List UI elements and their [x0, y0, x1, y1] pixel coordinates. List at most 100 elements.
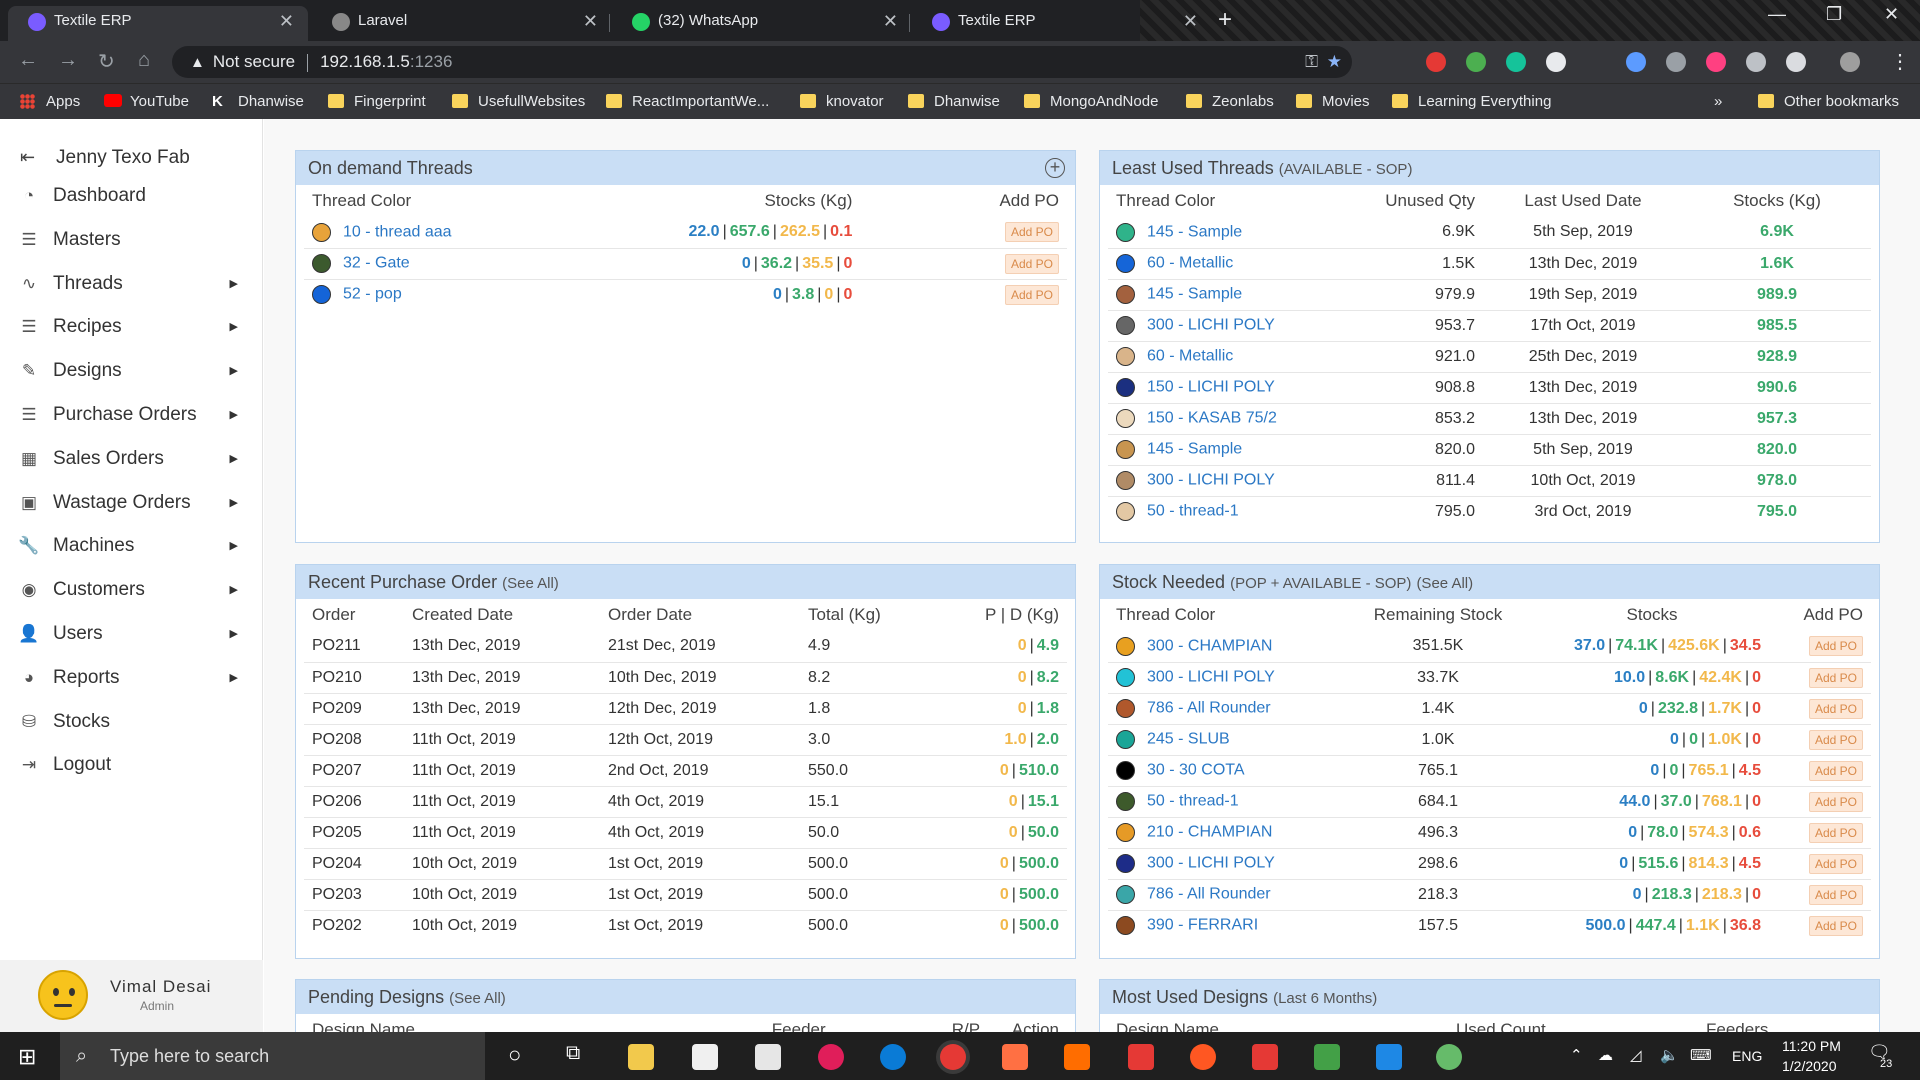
add-po-button[interactable]: Add PO — [1808, 853, 1863, 874]
extension-icon[interactable] — [1746, 52, 1766, 72]
bookmarks-overflow[interactable]: » — [1714, 93, 1722, 110]
sidebar-item-threads[interactable]: ∿ Threads ▶ — [18, 269, 248, 299]
sidebar-item-users[interactable]: 👤 Users ▶ — [18, 619, 248, 649]
extension-icon[interactable] — [1466, 52, 1486, 72]
slack-icon[interactable] — [818, 1044, 844, 1070]
close-icon[interactable]: ✕ — [1183, 6, 1198, 36]
chat-extension-icon[interactable] — [1546, 52, 1566, 72]
browser-tab[interactable]: Textile ERP ✕ — [8, 6, 308, 41]
add-po-button[interactable]: Add PO — [1808, 791, 1863, 812]
add-po-button[interactable]: Add PO — [1808, 667, 1863, 688]
url-input[interactable]: ▲ Not secure 192.168.1.5:1236 ⚿ ★ — [172, 46, 1352, 78]
sidebar-item-logout[interactable]: ⇥ Logout — [18, 750, 248, 780]
file-explorer-icon[interactable] — [628, 1044, 654, 1070]
collapse-menu-icon[interactable]: ⇤ — [20, 147, 42, 168]
new-tab-icon[interactable]: + — [1218, 6, 1232, 34]
thread-link[interactable]: 32 - Gate — [343, 255, 410, 272]
add-po-button[interactable]: Add PO — [1808, 698, 1863, 719]
home-icon[interactable]: ⌂ — [138, 49, 150, 72]
thread-link[interactable]: 786 - All Rounder — [1147, 886, 1271, 903]
add-po-button[interactable]: Add PO — [1808, 822, 1863, 843]
taskbar-search-input[interactable]: ⌕ Type here to search — [60, 1032, 485, 1080]
close-icon[interactable]: ✕ — [883, 6, 898, 36]
window-close-icon[interactable]: ✕ — [1884, 4, 1899, 25]
thread-link[interactable]: 300 - LICHI POLY — [1147, 317, 1275, 334]
sidebar-item-recipes[interactable]: ☰ Recipes ▶ — [18, 312, 248, 342]
clock-date[interactable]: 1/2/2020 — [1782, 1058, 1837, 1074]
table-row[interactable]: PO210 13th Dec, 2019 10th Dec, 2019 8.2 0 | 8.… — [304, 662, 1067, 694]
reload-icon[interactable]: ↻ — [98, 49, 115, 74]
forward-icon[interactable]: → — [58, 49, 78, 72]
thread-link[interactable]: 50 - thread-1 — [1147, 793, 1239, 810]
thread-link[interactable]: 300 - LICHI POLY — [1147, 669, 1275, 686]
thread-link[interactable]: 60 - Metallic — [1147, 255, 1233, 272]
close-icon[interactable]: ✕ — [583, 6, 598, 36]
see-all-link[interactable]: (See All) — [449, 990, 506, 1007]
anydesk-icon[interactable] — [1252, 1044, 1278, 1070]
cortana-icon[interactable]: ○ — [508, 1042, 521, 1068]
sidebar-item-machines[interactable]: 🔧 Machines ▶ — [18, 531, 248, 561]
bookmark-folder[interactable]: UsefullWebsites — [452, 93, 585, 110]
thread-link[interactable]: 52 - pop — [343, 286, 402, 303]
extension-icon[interactable] — [1666, 52, 1686, 72]
table-row[interactable]: PO208 11th Oct, 2019 12th Oct, 2019 3.0 1.0 |… — [304, 724, 1067, 756]
sidebar-item-dashboard[interactable]: ◔ Dashboard — [18, 181, 248, 211]
key-icon[interactable]: ⚿ — [1305, 46, 1318, 78]
grammarly-icon[interactable] — [1506, 52, 1526, 72]
add-po-button[interactable]: Add PO — [1808, 884, 1863, 905]
maximize-icon[interactable]: ❐ — [1826, 4, 1842, 25]
back-icon[interactable]: ← — [18, 49, 38, 72]
star-icon[interactable]: ★ — [1327, 46, 1342, 78]
thread-link[interactable]: 210 - CHAMPIAN — [1147, 824, 1272, 841]
onedrive-icon[interactable]: ☁ — [1598, 1046, 1613, 1064]
thread-link[interactable]: 150 - LICHI POLY — [1147, 379, 1275, 396]
thread-link[interactable]: 150 - KASAB 75/2 — [1147, 410, 1277, 427]
thread-link[interactable]: 30 - 30 COTA — [1147, 762, 1245, 779]
sidebar-item-purchase-orders[interactable]: ☰ Purchase Orders ▶ — [18, 400, 248, 430]
table-row[interactable]: PO205 11th Oct, 2019 4th Oct, 2019 50.0 0 | 50… — [304, 817, 1067, 849]
sidebar-item-designs[interactable]: ✎ Designs ▶ — [18, 356, 248, 386]
minimize-icon[interactable]: — — [1768, 4, 1786, 25]
bookmark-folder[interactable]: Zeonlabs — [1186, 93, 1274, 110]
chrome-icon[interactable] — [940, 1044, 966, 1070]
browser-tab[interactable]: (32) WhatsApp ✕ — [612, 6, 912, 41]
edge-icon[interactable] — [880, 1044, 906, 1070]
add-circle-icon[interactable]: + — [1045, 158, 1065, 178]
thread-link[interactable]: 60 - Metallic — [1147, 348, 1233, 365]
thread-link[interactable]: 245 - SLUB — [1147, 731, 1230, 748]
thread-link[interactable]: 145 - Sample — [1147, 441, 1242, 458]
keyboard-icon[interactable]: ⌨ — [1690, 1046, 1712, 1064]
bookmark-youtube[interactable]: YouTube — [104, 93, 189, 110]
app-icon[interactable] — [1436, 1044, 1462, 1070]
extension-icon[interactable] — [1626, 52, 1646, 72]
bookmark-folder[interactable]: Learning Everything — [1392, 93, 1551, 110]
thread-link[interactable]: 390 - FERRARI — [1147, 917, 1258, 934]
windows-start-icon[interactable]: ⊞ — [18, 1044, 36, 1070]
table-row[interactable]: PO207 11th Oct, 2019 2nd Oct, 2019 550.0 0 | 5… — [304, 755, 1067, 787]
thread-link[interactable]: 145 - Sample — [1147, 223, 1242, 240]
sidebar-item-masters[interactable]: ☰ Masters — [18, 225, 248, 255]
browser-tab[interactable]: Laravel ✕ — [312, 6, 612, 41]
table-row[interactable]: PO202 10th Oct, 2019 1st Oct, 2019 500.0 0 | 5… — [304, 910, 1067, 941]
postman-icon[interactable] — [1002, 1044, 1028, 1070]
mail-icon[interactable] — [755, 1044, 781, 1070]
bookmark-folder[interactable]: Movies — [1296, 93, 1370, 110]
browser-tab[interactable]: Textile ERP ✕ — [912, 6, 1212, 41]
sidebar-item-stocks[interactable]: ⛁ Stocks — [18, 707, 248, 737]
color-picker-icon[interactable] — [1706, 52, 1726, 72]
task-view-icon[interactable]: ⧉ — [566, 1042, 580, 1065]
thread-link[interactable]: 300 - CHAMPIAN — [1147, 637, 1272, 654]
thread-link[interactable]: 300 - LICHI POLY — [1147, 472, 1275, 489]
see-all-link[interactable]: (See All) — [502, 575, 559, 592]
thread-link[interactable]: 145 - Sample — [1147, 286, 1242, 303]
close-icon[interactable]: ✕ — [279, 6, 294, 36]
thread-link[interactable]: 50 - thread-1 — [1147, 503, 1239, 520]
table-row[interactable]: PO204 10th Oct, 2019 1st Oct, 2019 500.0 0 | 5… — [304, 848, 1067, 880]
more-menu-icon[interactable]: ⋮ — [1890, 49, 1910, 74]
sidebar-item-sales-orders[interactable]: ▦ Sales Orders ▶ — [18, 444, 248, 474]
app-icon[interactable] — [1128, 1044, 1154, 1070]
thread-link[interactable]: 10 - thread aaa — [343, 223, 452, 240]
table-row[interactable]: PO211 13th Dec, 2019 21st Dec, 2019 4.9 0 | 4.… — [304, 631, 1067, 663]
bookmark-folder[interactable]: Dhanwise — [908, 93, 1000, 110]
extension-icon[interactable] — [1786, 52, 1806, 72]
